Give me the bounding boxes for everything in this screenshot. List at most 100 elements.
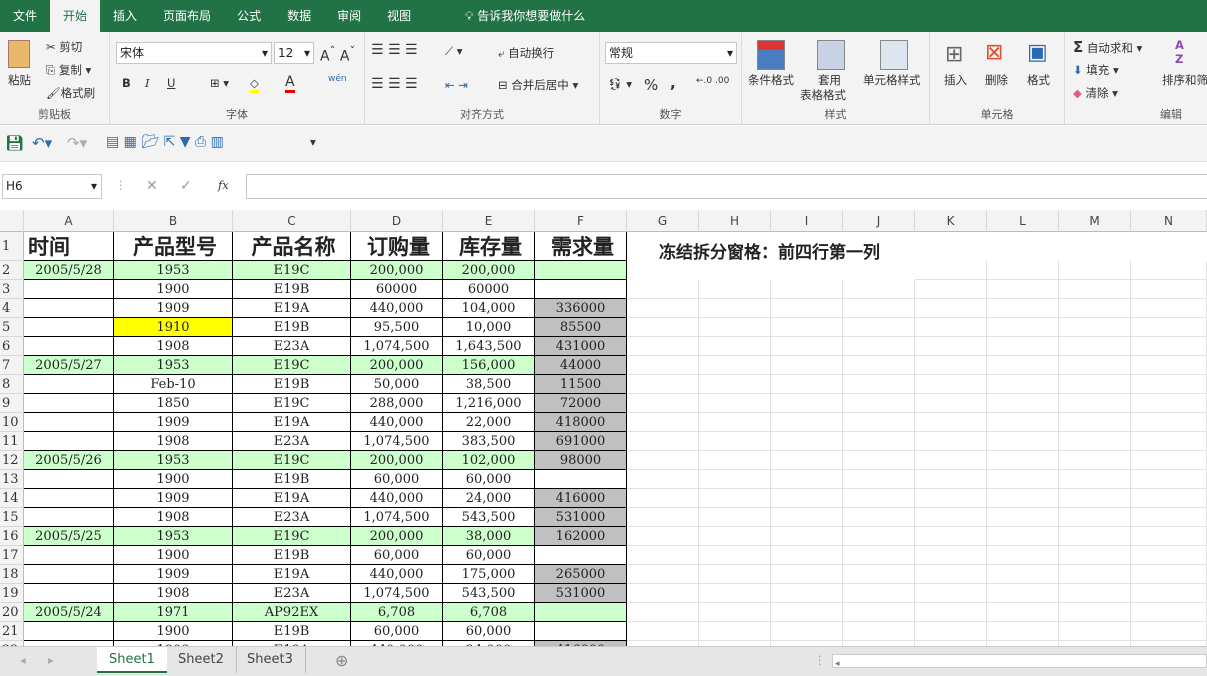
- empty-cell[interactable]: [915, 565, 987, 584]
- date-cell[interactable]: [24, 337, 114, 356]
- data-cell[interactable]: 531000: [535, 584, 627, 603]
- indent-buttons[interactable]: ⇤ ⇥: [445, 78, 468, 92]
- column-header-H[interactable]: H: [699, 210, 771, 232]
- row-header-17[interactable]: 17: [0, 546, 24, 565]
- data-cell[interactable]: 440,000: [351, 489, 443, 508]
- data-cell[interactable]: 98000: [535, 451, 627, 470]
- data-cell[interactable]: E19A: [233, 413, 351, 432]
- data-cell[interactable]: 416000: [535, 489, 627, 508]
- empty-cell[interactable]: [843, 565, 915, 584]
- empty-cell[interactable]: [627, 318, 699, 337]
- enter-icon[interactable]: ✓: [180, 178, 192, 194]
- empty-cell[interactable]: [843, 622, 915, 641]
- sheet-tab-1[interactable]: Sheet1: [97, 647, 167, 673]
- empty-cell[interactable]: [843, 280, 915, 299]
- font-name-select[interactable]: 宋体▾: [116, 42, 272, 64]
- data-cell[interactable]: 200,000: [351, 356, 443, 375]
- data-cell[interactable]: E19C: [233, 356, 351, 375]
- row-header-8[interactable]: 8: [0, 375, 24, 394]
- empty-cell[interactable]: [771, 546, 843, 565]
- date-cell[interactable]: [24, 432, 114, 451]
- empty-cell[interactable]: [699, 299, 771, 318]
- data-cell[interactable]: E19A: [233, 299, 351, 318]
- data-cell[interactable]: 200,000: [443, 261, 535, 280]
- header-cell[interactable]: 产品型号: [114, 232, 233, 261]
- empty-cell[interactable]: [987, 527, 1059, 546]
- empty-cell[interactable]: [1059, 299, 1131, 318]
- empty-cell[interactable]: [1059, 318, 1131, 337]
- column-header-B[interactable]: B: [114, 210, 233, 232]
- empty-cell[interactable]: [1059, 508, 1131, 527]
- bold-button[interactable]: B: [122, 76, 131, 90]
- row-header-7[interactable]: 7: [0, 356, 24, 375]
- autosum-button[interactable]: Σ 自动求和 ▾: [1073, 38, 1142, 56]
- empty-cell[interactable]: [1131, 413, 1207, 432]
- wrap-text-button[interactable]: ⤶ 自动换行: [498, 45, 554, 61]
- empty-cell[interactable]: [1059, 261, 1131, 280]
- empty-cell[interactable]: [843, 508, 915, 527]
- insert-function-icon[interactable]: fx: [218, 178, 229, 192]
- empty-cell[interactable]: [699, 356, 771, 375]
- date-cell[interactable]: [24, 489, 114, 508]
- row-header-5[interactable]: 5: [0, 318, 24, 337]
- data-cell[interactable]: 102,000: [443, 451, 535, 470]
- data-cell[interactable]: 1900: [114, 280, 233, 299]
- data-cell[interactable]: 440,000: [351, 299, 443, 318]
- empty-cell[interactable]: [987, 394, 1059, 413]
- empty-cell[interactable]: [1059, 432, 1131, 451]
- column-header-K[interactable]: K: [915, 210, 987, 232]
- row-header-15[interactable]: 15: [0, 508, 24, 527]
- phonetic-button[interactable]: wén: [328, 74, 347, 84]
- cell-styles-button[interactable]: 单元格样式: [863, 72, 921, 88]
- customize-qat-icon[interactable]: ▾: [310, 135, 316, 149]
- empty-cell[interactable]: [771, 337, 843, 356]
- row-header-1[interactable]: 1: [0, 232, 24, 261]
- grow-font-button[interactable]: Aˆ Aˇ: [320, 44, 355, 65]
- empty-cell[interactable]: [627, 584, 699, 603]
- data-cell[interactable]: 60000: [443, 280, 535, 299]
- date-cell[interactable]: [24, 470, 114, 489]
- empty-cell[interactable]: [627, 603, 699, 622]
- empty-cell[interactable]: [915, 356, 987, 375]
- data-cell[interactable]: 336000: [535, 299, 627, 318]
- date-cell[interactable]: [24, 413, 114, 432]
- empty-cell[interactable]: [1059, 622, 1131, 641]
- empty-cell[interactable]: [1059, 584, 1131, 603]
- empty-cell[interactable]: [843, 413, 915, 432]
- insert-button[interactable]: 插入: [944, 72, 967, 88]
- empty-cell[interactable]: [771, 584, 843, 603]
- data-cell[interactable]: 1953: [114, 527, 233, 546]
- empty-cell[interactable]: [987, 584, 1059, 603]
- data-cell[interactable]: E19C: [233, 527, 351, 546]
- data-cell[interactable]: 1953: [114, 261, 233, 280]
- accounting-button[interactable]: 💱︎ ▾: [608, 77, 632, 91]
- spreadsheet-grid[interactable]: ABCDEFGHIJKLMN1时间产品型号产品名称订购量库存量需求量冻结拆分窗格…: [0, 210, 1207, 646]
- empty-cell[interactable]: [1131, 546, 1207, 565]
- empty-cell[interactable]: [843, 299, 915, 318]
- empty-cell[interactable]: [771, 413, 843, 432]
- empty-cell[interactable]: [627, 451, 699, 470]
- empty-cell[interactable]: [699, 318, 771, 337]
- format-painter-button[interactable]: 🖌︎格式刷: [46, 85, 95, 101]
- empty-cell[interactable]: [627, 622, 699, 641]
- data-cell[interactable]: E23A: [233, 508, 351, 527]
- data-cell[interactable]: 1953: [114, 451, 233, 470]
- empty-cell[interactable]: [915, 280, 987, 299]
- date-cell[interactable]: 2005/5/28: [24, 261, 114, 280]
- empty-cell[interactable]: [771, 508, 843, 527]
- empty-cell[interactable]: [1131, 489, 1207, 508]
- empty-cell[interactable]: [1131, 337, 1207, 356]
- empty-cell[interactable]: [699, 375, 771, 394]
- empty-cell[interactable]: [987, 489, 1059, 508]
- date-cell[interactable]: [24, 280, 114, 299]
- empty-cell[interactable]: [699, 622, 771, 641]
- fill-color-button[interactable]: ◇: [250, 76, 259, 93]
- empty-cell[interactable]: [1131, 527, 1207, 546]
- data-cell[interactable]: 1909: [114, 489, 233, 508]
- horizontal-align-buttons[interactable]: ☰ ☰ ☰: [371, 76, 418, 92]
- data-cell[interactable]: 60,000: [351, 470, 443, 489]
- data-cell[interactable]: E19B: [233, 622, 351, 641]
- empty-cell[interactable]: [771, 489, 843, 508]
- empty-cell[interactable]: [1059, 375, 1131, 394]
- conditional-format-button[interactable]: 条件格式: [748, 72, 794, 88]
